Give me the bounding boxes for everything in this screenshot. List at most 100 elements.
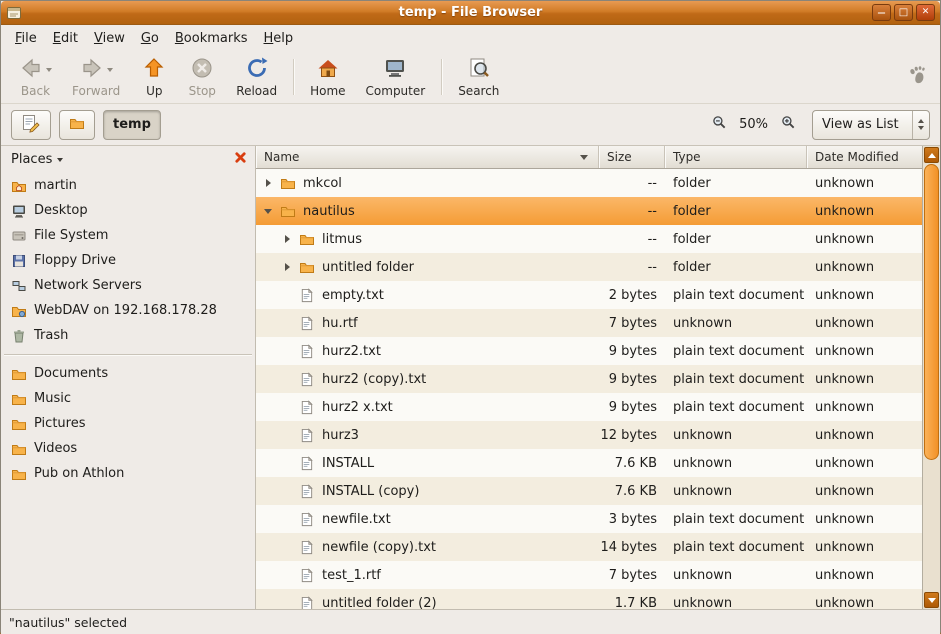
sidebar-item-network-servers[interactable]: Network Servers [1,273,255,298]
column-header-size[interactable]: Size [599,146,665,168]
name-cell: mkcol [256,169,599,197]
reload-icon [245,56,269,84]
menu-item-go[interactable]: Go [133,27,167,50]
sidebar-item-webdav-on-192-168-178-28[interactable]: WebDAV on 192.168.178.28 [1,298,255,323]
file-row[interactable]: nautilus--folderunknown [256,197,922,225]
menu-item-help[interactable]: Help [256,27,302,50]
maximize-button[interactable] [894,4,913,21]
expander-icon[interactable] [260,206,275,216]
file-name: newfile.txt [322,512,391,527]
size-cell: 7 bytes [599,561,665,589]
minimize-button[interactable] [872,4,891,21]
forward-button[interactable]: Forward [62,54,130,100]
sidebar-close-button[interactable] [232,152,248,168]
date-modified-cell: unknown [807,561,922,589]
file-row[interactable]: INSTALL (copy)7.6 KBunknownunknown [256,477,922,505]
menu-item-edit[interactable]: Edit [45,27,86,50]
file-row[interactable]: newfile (copy).txt14 bytesplain text doc… [256,533,922,561]
file-name: hurz3 [322,428,359,443]
file-row[interactable]: hurz2.txt9 bytesplain text documentunkno… [256,337,922,365]
column-header-name[interactable]: Name [256,146,599,168]
expander-icon[interactable] [260,178,275,188]
sidebar-item-videos[interactable]: Videos [1,436,255,461]
path-root-button[interactable] [59,110,95,140]
edit-location-icon [21,113,41,137]
file-row[interactable]: hurz2 x.txt9 bytesplain text documentunk… [256,393,922,421]
sidebar-item-file-system[interactable]: File System [1,223,255,248]
size-cell: 7.6 KB [599,449,665,477]
zoom-out-button[interactable] [708,113,730,137]
column-header-label: Name [264,150,299,164]
drive-icon [11,228,27,244]
zoom-in-button[interactable] [777,113,799,137]
tool-label: Forward [72,84,120,98]
window-menu-icon[interactable] [6,5,22,21]
scroll-down-button[interactable] [924,592,939,608]
toolbar-separator [293,59,294,95]
throbber [906,54,932,100]
sidebar-item-label: File System [34,228,108,243]
file-row[interactable]: newfile.txt3 bytesplain text documentunk… [256,505,922,533]
dropdown-caret-icon[interactable] [107,68,113,72]
file-row[interactable]: untitled folder--folderunknown [256,253,922,281]
sidebar-item-trash[interactable]: Trash [1,323,255,348]
type-cell: plain text document [665,533,807,561]
sidebar-item-martin[interactable]: martin [1,173,255,198]
type-cell: plain text document [665,393,807,421]
edit-location-button[interactable] [11,110,51,140]
sidebar-item-label: Music [34,391,71,406]
sidebar-item-pictures[interactable]: Pictures [1,411,255,436]
close-button[interactable] [916,4,935,21]
floppy-icon [11,253,27,269]
menu-item-file[interactable]: File [7,27,45,50]
column-header-type[interactable]: Type [665,146,807,168]
dropdown-caret-icon[interactable] [46,68,52,72]
sidebar-item-desktop[interactable]: Desktop [1,198,255,223]
sidebar-mode-dropdown[interactable]: Places [11,152,63,167]
date-modified-cell: unknown [807,505,922,533]
menubar: FileEditViewGoBookmarksHelp [1,25,940,51]
sidebar-item-floppy-drive[interactable]: Floppy Drive [1,248,255,273]
network-icon [11,278,27,294]
stop-icon [190,56,214,84]
places-sidebar: Places martinDesktop File System Floppy Dr… [1,146,256,609]
scrollbar-thumb[interactable] [924,164,939,460]
up-button[interactable]: Up [130,54,178,100]
stop-button[interactable]: Stop [178,54,226,100]
name-cell: INSTALL [256,449,599,477]
back-button[interactable]: Back [9,54,62,100]
file-name: hu.rtf [322,316,358,331]
file-row[interactable]: untitled folder (2)1.7 KBunknownunknown [256,589,922,609]
file-row[interactable]: hu.rtf7 bytesunknownunknown [256,309,922,337]
expander-icon[interactable] [279,234,294,244]
column-header-date-modified[interactable]: Date Modified [807,146,922,168]
folder-icon [11,416,27,432]
file-row[interactable]: test_1.rtf7 bytesunknownunknown [256,561,922,589]
sidebar-title: Places [11,152,52,167]
vertical-scrollbar[interactable] [922,146,940,609]
file-name: test_1.rtf [322,568,381,583]
search-button[interactable]: Search [448,54,509,100]
home-button[interactable]: Home [300,54,355,100]
reload-button[interactable]: Reload [226,54,287,100]
file-row[interactable]: hurz312 bytesunknownunknown [256,421,922,449]
menu-item-view[interactable]: View [86,27,133,50]
tool-label: Search [458,84,499,98]
sidebar-item-documents[interactable]: Documents [1,361,255,386]
computer-button[interactable]: Computer [356,54,436,100]
titlebar[interactable]: temp - File Browser [1,1,940,25]
expander-icon[interactable] [279,262,294,272]
date-modified-cell: unknown [807,169,922,197]
path-current-button[interactable]: temp [103,110,161,140]
file-row[interactable]: INSTALL7.6 KBunknownunknown [256,449,922,477]
file-row[interactable]: empty.txt2 bytesplain text documentunkno… [256,281,922,309]
toolbar: Back Forward UpStopReload HomeComputer Searc… [1,51,940,104]
sidebar-item-music[interactable]: Music [1,386,255,411]
menu-item-bookmarks[interactable]: Bookmarks [167,27,256,50]
view-mode-dropdown[interactable]: View as List [812,110,930,140]
sidebar-item-pub-on-athlon[interactable]: Pub on Athlon [1,461,255,486]
file-row[interactable]: litmus--folderunknown [256,225,922,253]
file-row[interactable]: mkcol--folderunknown [256,169,922,197]
file-row[interactable]: hurz2 (copy).txt9 bytesplain text docume… [256,365,922,393]
scroll-up-button[interactable] [924,147,939,163]
